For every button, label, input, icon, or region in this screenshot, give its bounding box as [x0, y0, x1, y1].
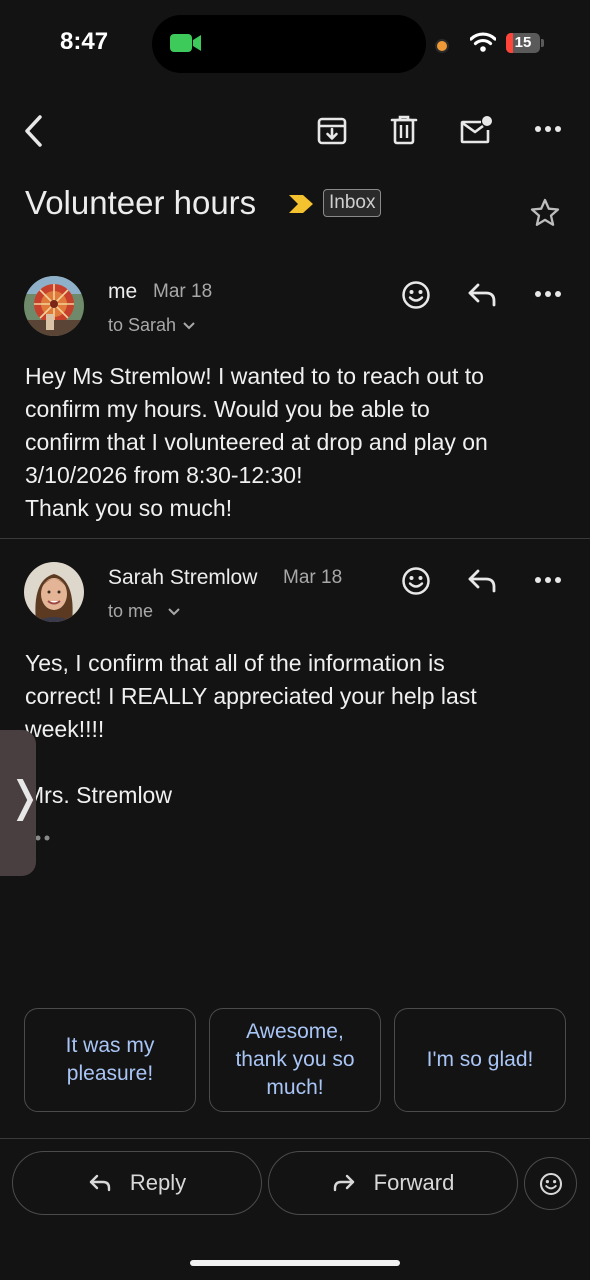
star-icon[interactable]: [529, 197, 561, 229]
chevron-right-icon: ❭: [7, 773, 43, 820]
reply-icon: [89, 1174, 111, 1192]
message-recipient: to Sarah: [108, 315, 177, 335]
body-line: [25, 746, 570, 779]
smart-reply-chip[interactable]: I'm so glad!: [394, 1008, 566, 1112]
back-icon[interactable]: [20, 114, 48, 148]
body-line: 3/10/2026 from 8:30-12:30!: [25, 462, 303, 488]
status-time: 8:47: [60, 28, 109, 55]
chevron-down-icon: [183, 321, 195, 329]
smart-reply-chip[interactable]: Awesome, thank you so much!: [209, 1008, 381, 1112]
message-body: Hey Ms Stremlow! I wanted to to reach ou…: [25, 360, 570, 525]
recipient-details-toggle[interactable]: to Sarah: [108, 315, 196, 336]
forward-button[interactable]: Forward: [268, 1151, 518, 1215]
battery-indicator: 15: [506, 33, 540, 53]
emoji-react-icon[interactable]: [401, 280, 431, 310]
avatar-sarah-stremlow[interactable]: [24, 562, 84, 622]
message-date: Mar 18: [283, 567, 343, 588]
message-recipient: to me: [108, 601, 154, 621]
more-options-icon[interactable]: [534, 124, 562, 134]
battery-level: 15: [514, 34, 532, 51]
message-sender: Sarah Stremlow: [108, 566, 258, 589]
forward-icon: [333, 1174, 354, 1192]
battery-tip: [541, 39, 544, 47]
emoji-react-icon[interactable]: [401, 566, 431, 596]
message-more-icon[interactable]: [534, 289, 562, 299]
trash-icon[interactable]: [389, 114, 419, 146]
reply-icon[interactable]: [466, 281, 498, 309]
archive-icon[interactable]: [316, 115, 348, 147]
reply-icon[interactable]: [466, 567, 498, 595]
body-line: Thank you so much!: [25, 495, 233, 521]
emoji-icon: [539, 1172, 562, 1195]
body-line: Mrs. Stremlow: [25, 782, 172, 808]
important-marker-icon[interactable]: [287, 194, 315, 214]
wifi-icon: [470, 32, 496, 52]
show-trimmed-content-icon[interactable]: [34, 834, 52, 842]
reply-button[interactable]: Reply: [12, 1151, 262, 1215]
body-line: confirm that I volunteered at drop and p…: [25, 429, 488, 455]
inbox-label-badge[interactable]: Inbox: [323, 189, 382, 217]
avatar-me[interactable]: [24, 276, 84, 336]
message-divider: [0, 538, 590, 539]
privacy-indicator-dot: [435, 39, 449, 53]
message-more-icon[interactable]: [534, 575, 562, 585]
body-line: Yes, I confirm that all of the informati…: [25, 650, 445, 676]
body-line: correct! I REALLY appreciated your help …: [25, 683, 477, 709]
message-body: Yes, I confirm that all of the informati…: [25, 647, 570, 812]
reply-label: Reply: [129, 1170, 187, 1195]
smart-reply-chip[interactable]: It was my pleasure!: [24, 1008, 196, 1112]
message-sender: me: [108, 280, 138, 303]
body-line: week!!!!: [25, 716, 105, 742]
body-line: confirm my hours. Would you be able to: [25, 396, 430, 422]
action-bar-divider: [0, 1138, 590, 1139]
email-subject: Volunteer hours: [25, 184, 257, 221]
body-line: Hey Ms Stremlow! I wanted to to reach ou…: [25, 363, 484, 389]
react-emoji-button[interactable]: [524, 1157, 577, 1210]
recipient-details-toggle[interactable]: to me: [108, 601, 181, 622]
mark-unread-icon[interactable]: [459, 114, 493, 146]
facetime-camera-icon: [170, 32, 202, 54]
home-indicator[interactable]: [190, 1260, 400, 1266]
side-panel-handle[interactable]: ❭: [0, 730, 42, 876]
forward-label: Forward: [373, 1170, 455, 1195]
message-date: Mar 18: [153, 281, 213, 302]
chevron-down-icon: [168, 607, 180, 615]
